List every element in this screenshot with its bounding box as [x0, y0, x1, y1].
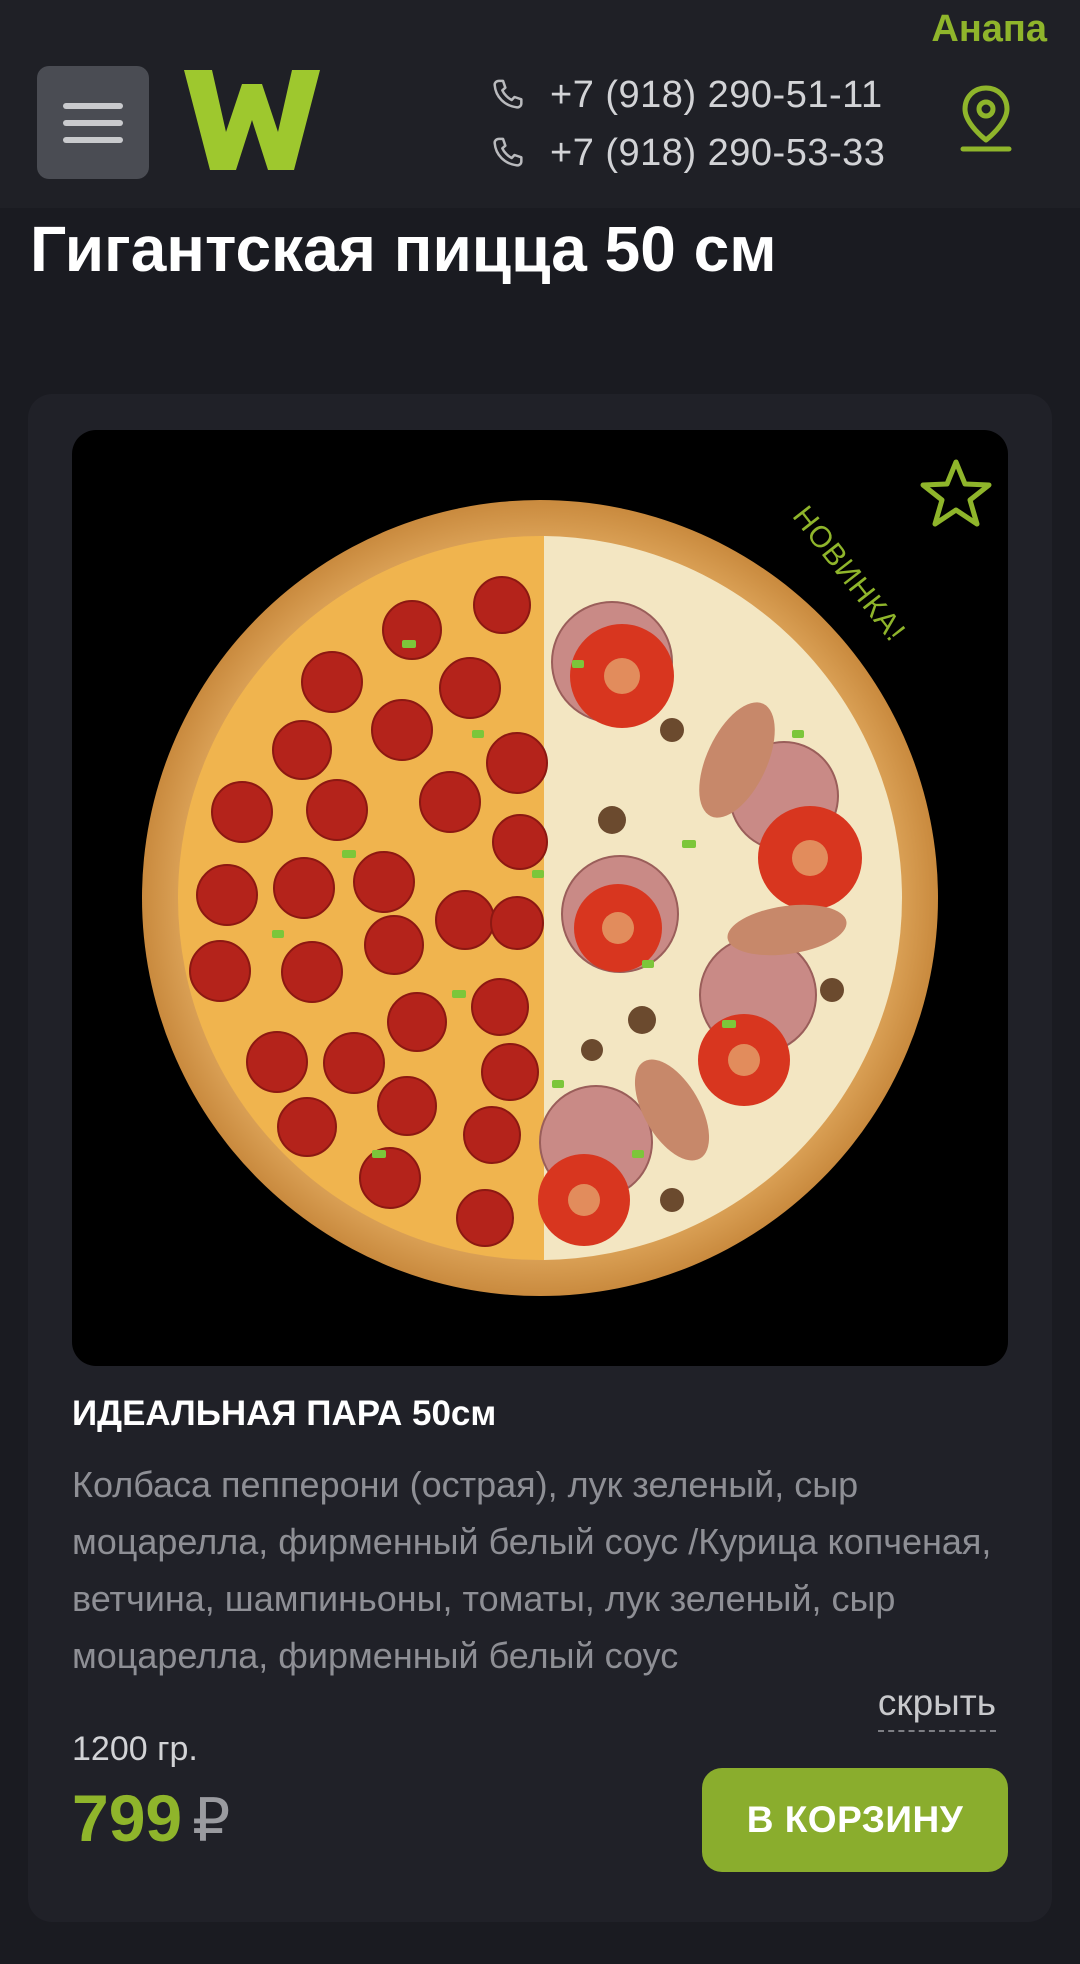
site-header: Анапа +7 (918) 290-51-11 +7 (918) 290-53… — [0, 0, 1080, 208]
phone-number: +7 (918) 290-53-33 — [550, 131, 886, 174]
price-value: 799 — [72, 1781, 183, 1855]
phone-list: +7 (918) 290-51-11 +7 (918) 290-53-33 — [488, 66, 885, 182]
product-price: 799 ₽ — [72, 1780, 230, 1856]
menu-icon-bar — [63, 119, 123, 126]
product-image[interactable]: НОВИНКА! — [72, 430, 1008, 1366]
phone-icon — [493, 79, 523, 109]
currency-symbol: ₽ — [192, 1787, 231, 1854]
hide-description-link[interactable]: скрыть — [877, 1682, 996, 1732]
product-description: Колбаса пепперони (острая), лук зеленый,… — [72, 1464, 992, 1676]
product-card: НОВИНКА! ИДЕАЛЬНАЯ ПАРА 50см Колбаса пеп… — [28, 394, 1052, 1922]
logo[interactable] — [184, 70, 320, 172]
menu-button[interactable] — [37, 66, 149, 179]
star-icon[interactable] — [918, 456, 994, 532]
phone-icon — [493, 137, 523, 167]
product-weight: 1200 гр. — [72, 1730, 198, 1768]
phone-link[interactable]: +7 (918) 290-51-11 — [488, 66, 885, 124]
phone-link[interactable]: +7 (918) 290-53-33 — [488, 124, 885, 182]
page-title: Гигантская пицца 50 см — [30, 213, 777, 285]
menu-icon-bar — [63, 102, 123, 109]
menu-icon-bar — [63, 136, 123, 143]
city-selector[interactable]: Анапа — [931, 8, 1047, 51]
phone-number: +7 (918) 290-51-11 — [550, 73, 883, 116]
location-pin-icon[interactable] — [957, 84, 1015, 154]
product-name: ИДЕАЛЬНАЯ ПАРА 50см — [72, 1394, 497, 1433]
add-to-cart-button[interactable]: В КОРЗИНУ — [702, 1768, 1008, 1872]
